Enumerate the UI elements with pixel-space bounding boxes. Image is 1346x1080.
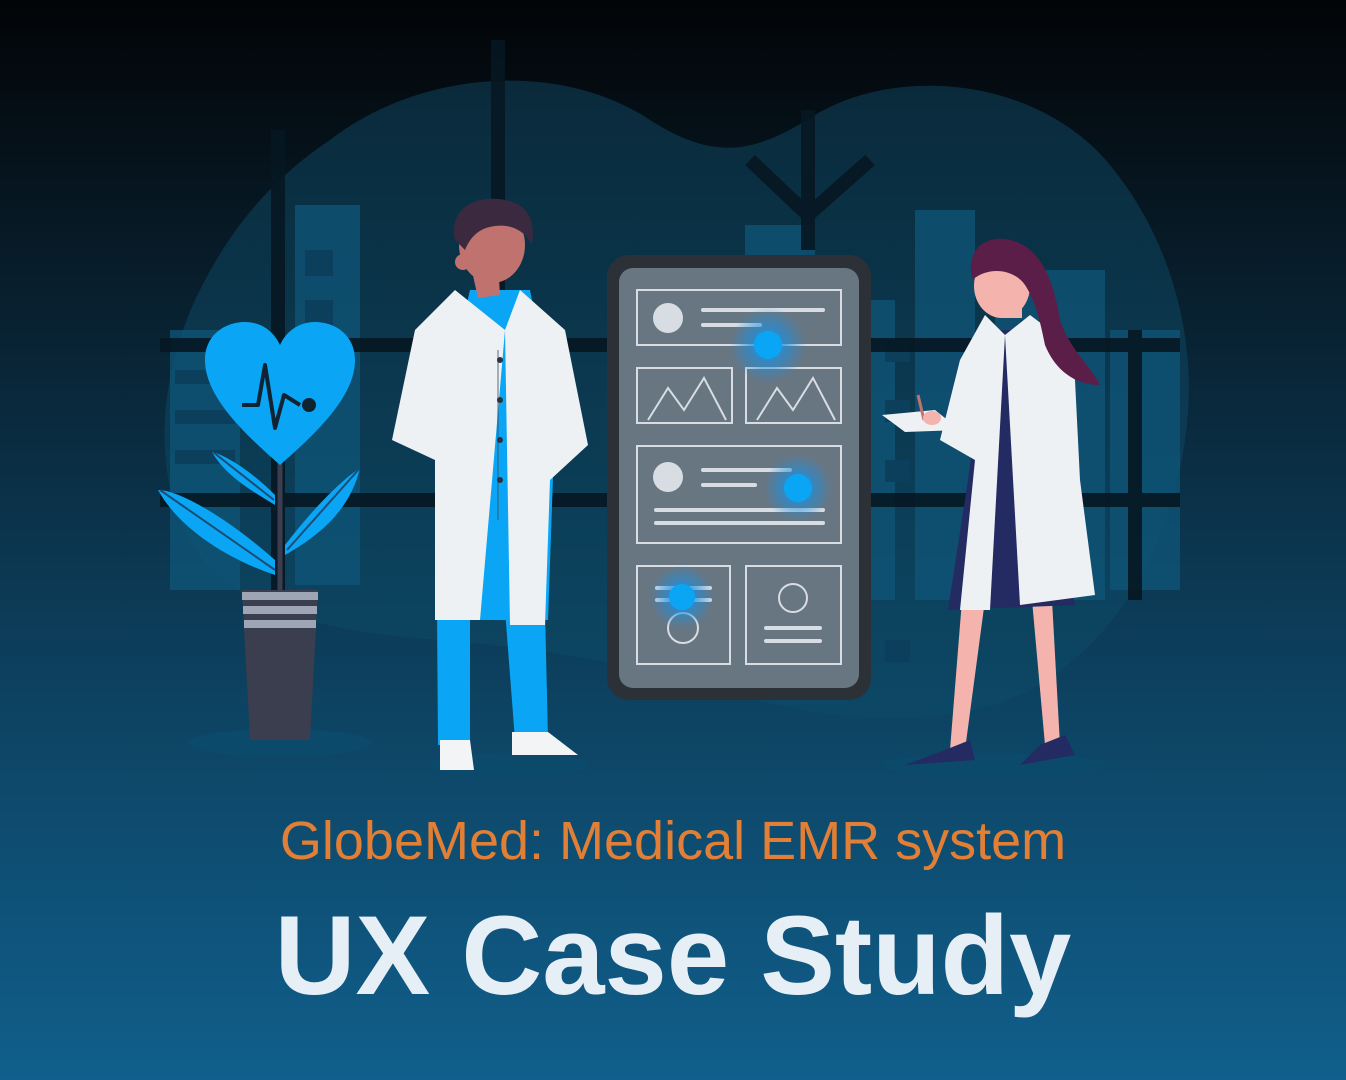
medical-screen-icon [607, 255, 871, 700]
hero-illustration [158, 40, 1189, 777]
hero-title: UX Case Study [274, 893, 1072, 1018]
hero-subtitle: GlobeMed: Medical EMR system [279, 811, 1067, 871]
